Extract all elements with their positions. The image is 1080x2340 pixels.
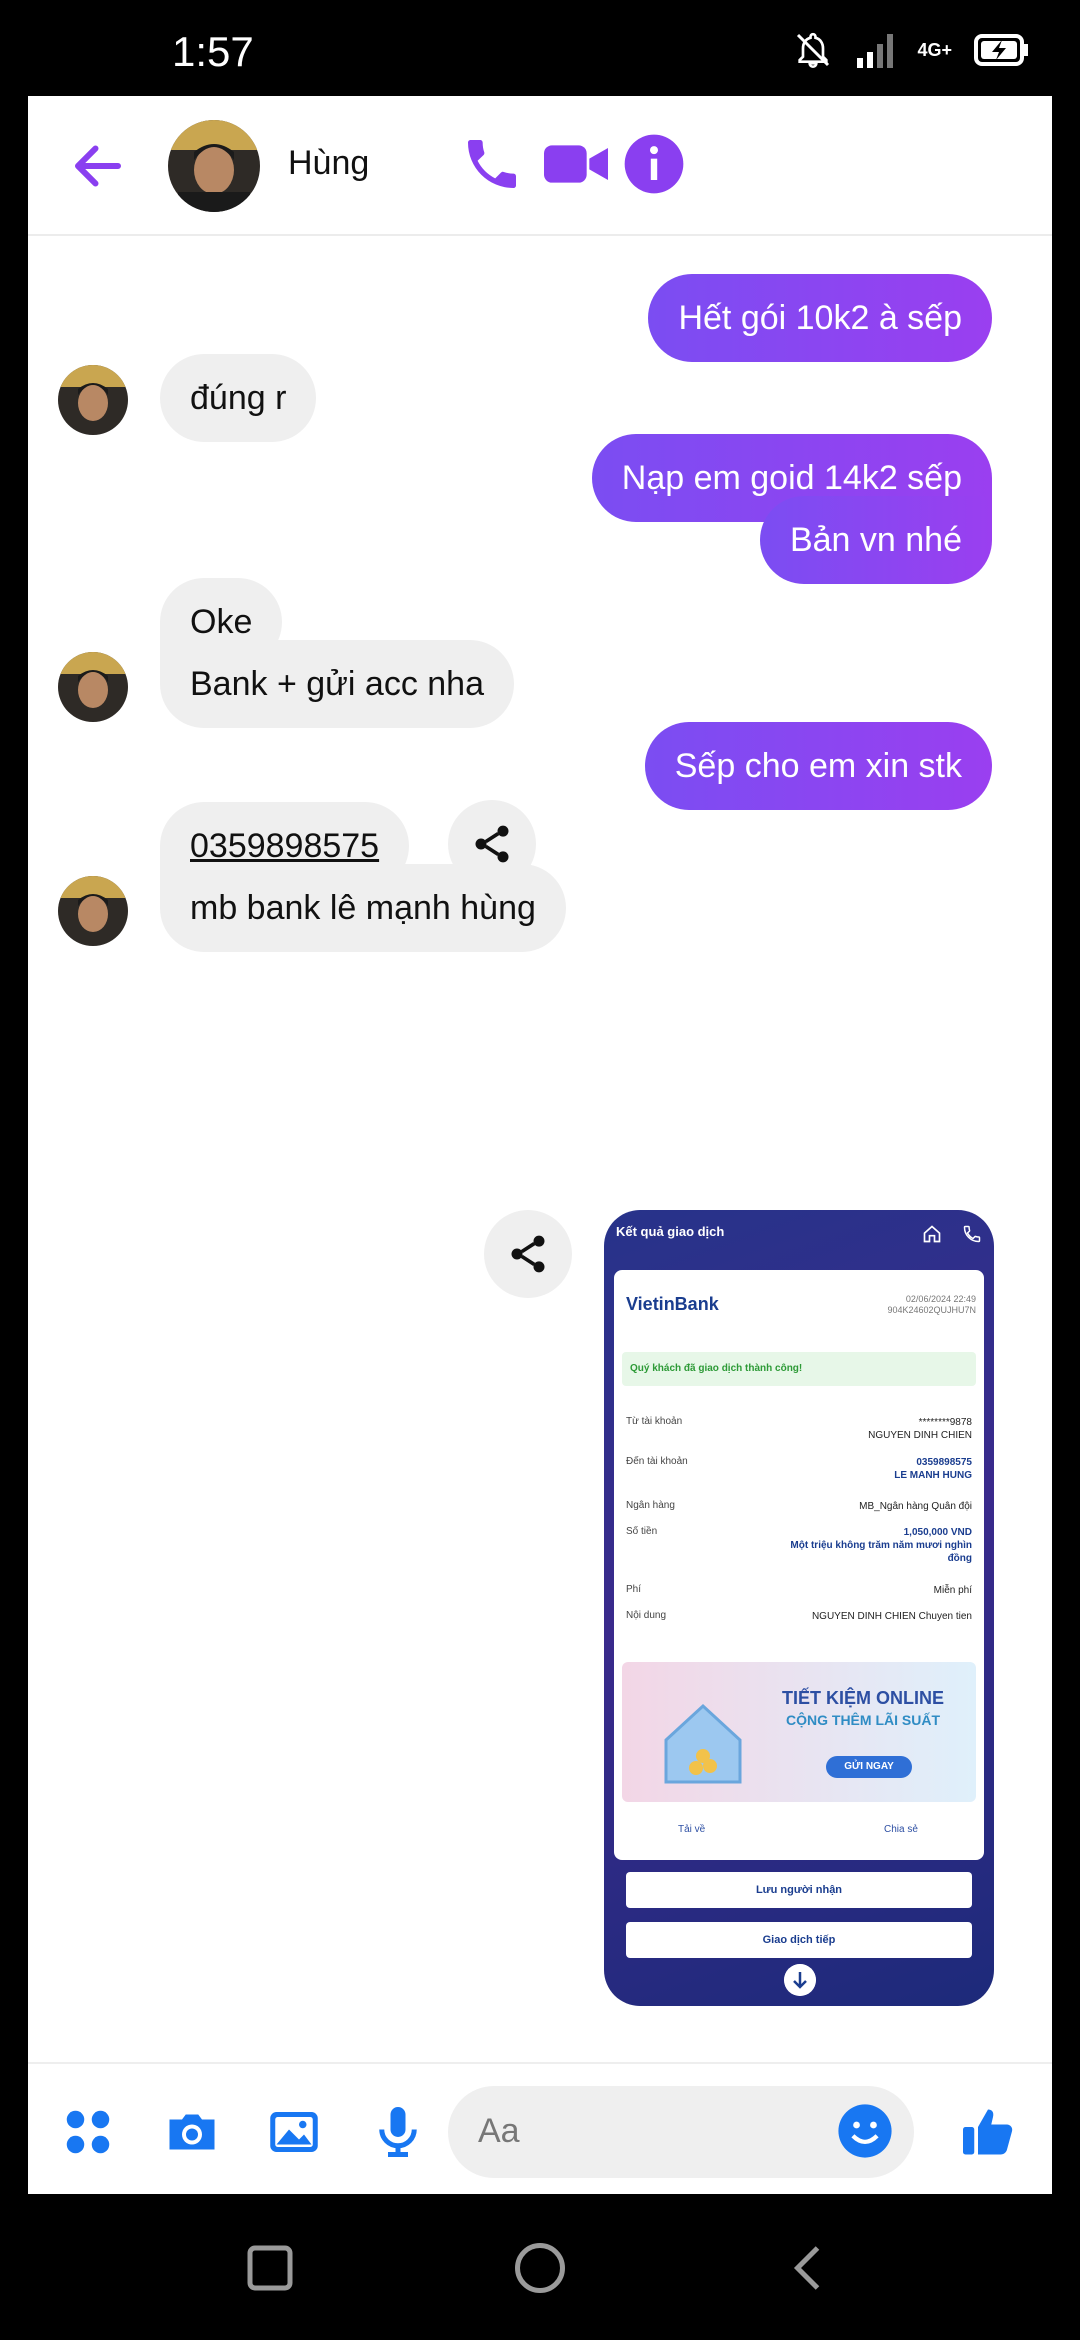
save-recipient-button: Lưu người nhận: [626, 1872, 972, 1908]
receipt-row-amount: Số tiền 1,050,000 VND Một triệu không tră…: [626, 1526, 972, 1564]
receipt-row-to: Đến tài khoản 0359898575 LE MANH HUNG: [626, 1456, 972, 1481]
transaction-datetime: 02/06/2024 22:49 904K24602QUJHU7N: [887, 1294, 976, 1316]
home-button-icon[interactable]: [510, 2238, 570, 2298]
signal-icon: [857, 34, 894, 68]
promo-button: GỬI NGAY: [826, 1756, 912, 1778]
message-bubble-outgoing[interactable]: Hết gói 10k2 à sếp: [648, 274, 992, 362]
message-input[interactable]: Aa: [448, 2086, 914, 2178]
thumbs-up-icon[interactable]: [958, 2102, 1018, 2162]
promo-title: TIẾT KIỆM ONLINE: [782, 1688, 944, 1708]
success-notice: Quý khách đã giao dịch thành công!: [622, 1352, 976, 1386]
amount-words: Một triệu không trăm năm mươi nghìn đồng: [790, 1540, 972, 1564]
network-type-label: 4G+: [917, 40, 952, 60]
back-arrow-icon[interactable]: [68, 136, 128, 196]
message-bubble-outgoing[interactable]: Sếp cho em xin stk: [644, 722, 992, 810]
receipt-row-fee: Phí Miễn phí: [626, 1584, 972, 1596]
emoji-icon[interactable]: [836, 2102, 894, 2160]
bank-value: MB_Ngân hàng Quân đội: [859, 1501, 972, 1512]
fee-label: Phí: [626, 1584, 642, 1595]
home-icon: [923, 1225, 941, 1243]
message-bubble-incoming[interactable]: đúng r: [160, 354, 317, 442]
content-label: Nội dung: [626, 1610, 667, 1621]
amount-label: Số tiền: [626, 1526, 658, 1537]
from-name: NGUYEN DINH CHIEN: [868, 1430, 972, 1441]
continue-transaction-button: Giao dịch tiếp: [626, 1922, 972, 1958]
savings-house-icon: [664, 1703, 742, 1784]
notifications-off-icon: [797, 32, 830, 69]
contact-avatar-small[interactable]: [58, 365, 128, 435]
amount-value: 1,050,000 VND: [903, 1527, 972, 1538]
share-button[interactable]: [484, 1210, 572, 1298]
from-label: Từ tài khoản: [626, 1416, 683, 1427]
system-navigation-bar: [0, 2194, 1080, 2340]
phone-icon[interactable]: [460, 132, 524, 196]
to-name: LE MANH HUNG: [894, 1470, 972, 1481]
scroll-down-icon: [784, 1964, 816, 1996]
chat-header: Hùng: [28, 96, 1052, 236]
receipt-title: Kết quả giao dịch: [616, 1224, 725, 1239]
apps-grid-icon[interactable]: [58, 2102, 118, 2162]
image-icon[interactable]: [264, 2102, 324, 2162]
recent-apps-icon[interactable]: [240, 2238, 300, 2298]
promo-banner: TIẾT KIỆM ONLINE CỘNG THÊM LÃI SUẤT GỬI …: [622, 1662, 976, 1802]
contact-name[interactable]: Hùng: [288, 144, 369, 183]
receipt-card: VietinBank 02/06/2024 22:49 904K24602QUJ…: [614, 1270, 984, 1860]
to-account: 0359898575: [916, 1457, 972, 1468]
receipt-row-content: Nội dung NGUYEN DINH CHIEN Chuyen tien: [626, 1610, 972, 1622]
contact-avatar[interactable]: [168, 120, 260, 212]
from-account: ********9878: [918, 1417, 972, 1428]
share-icon: [475, 825, 509, 863]
contact-avatar-small[interactable]: [58, 876, 128, 946]
receipt-row-from: Từ tài khoản ********9878 NGUYEN DINH CHI…: [626, 1416, 972, 1441]
status-bar: 1:57 4G+: [0, 0, 1080, 96]
receipt-row-bank: Ngân hàng MB_Ngân hàng Quân đội: [626, 1500, 972, 1512]
message-input-placeholder: Aa: [478, 2112, 520, 2150]
download-link: Tải về: [678, 1824, 706, 1835]
phone-icon: [963, 1225, 981, 1243]
content-value: NGUYEN DINH CHIEN Chuyen tien: [811, 1611, 972, 1622]
microphone-icon[interactable]: [368, 2102, 428, 2162]
back-nav-icon[interactable]: [780, 2238, 840, 2298]
transaction-ref: 904K24602QUJHU7N: [887, 1305, 976, 1315]
message-composer: Aa: [28, 2062, 1052, 2194]
info-icon[interactable]: [622, 132, 686, 196]
camera-icon[interactable]: [162, 2102, 222, 2162]
message-bubble-incoming[interactable]: mb bank lê mạnh hùng: [160, 864, 566, 952]
status-time: 1:57: [172, 28, 254, 75]
bank-label: Ngân hàng: [626, 1500, 675, 1511]
message-bubble-incoming[interactable]: Bank + gửi acc nha: [160, 640, 514, 728]
messenger-screen: Hùng Hết gói 10k2 à sếp đúng r Nạp em go…: [28, 96, 1052, 2194]
bank-logo: VietinBank: [626, 1294, 719, 1314]
to-label: Đến tài khoản: [626, 1456, 688, 1467]
battery-charging-icon: [974, 34, 1028, 66]
promo-subtitle: CỘNG THÊM LÃI SUẤT: [786, 1712, 940, 1728]
transaction-date: 02/06/2024 22:49: [905, 1294, 976, 1304]
share-link: Chia sẻ: [884, 1824, 918, 1835]
message-bubble-outgoing[interactable]: Bản vn nhé: [759, 496, 992, 584]
fee-value: Miễn phí: [933, 1585, 972, 1596]
transaction-receipt-image[interactable]: Kết quả giao dịch VietinBank 02/06/2024 …: [604, 1210, 994, 2006]
status-icons: 4G+: [793, 30, 1030, 70]
share-icon: [511, 1235, 545, 1273]
contact-avatar-small[interactable]: [58, 652, 128, 722]
video-icon[interactable]: [540, 132, 612, 196]
receipt-actions: Tải về Chia sẻ: [614, 1816, 984, 1846]
